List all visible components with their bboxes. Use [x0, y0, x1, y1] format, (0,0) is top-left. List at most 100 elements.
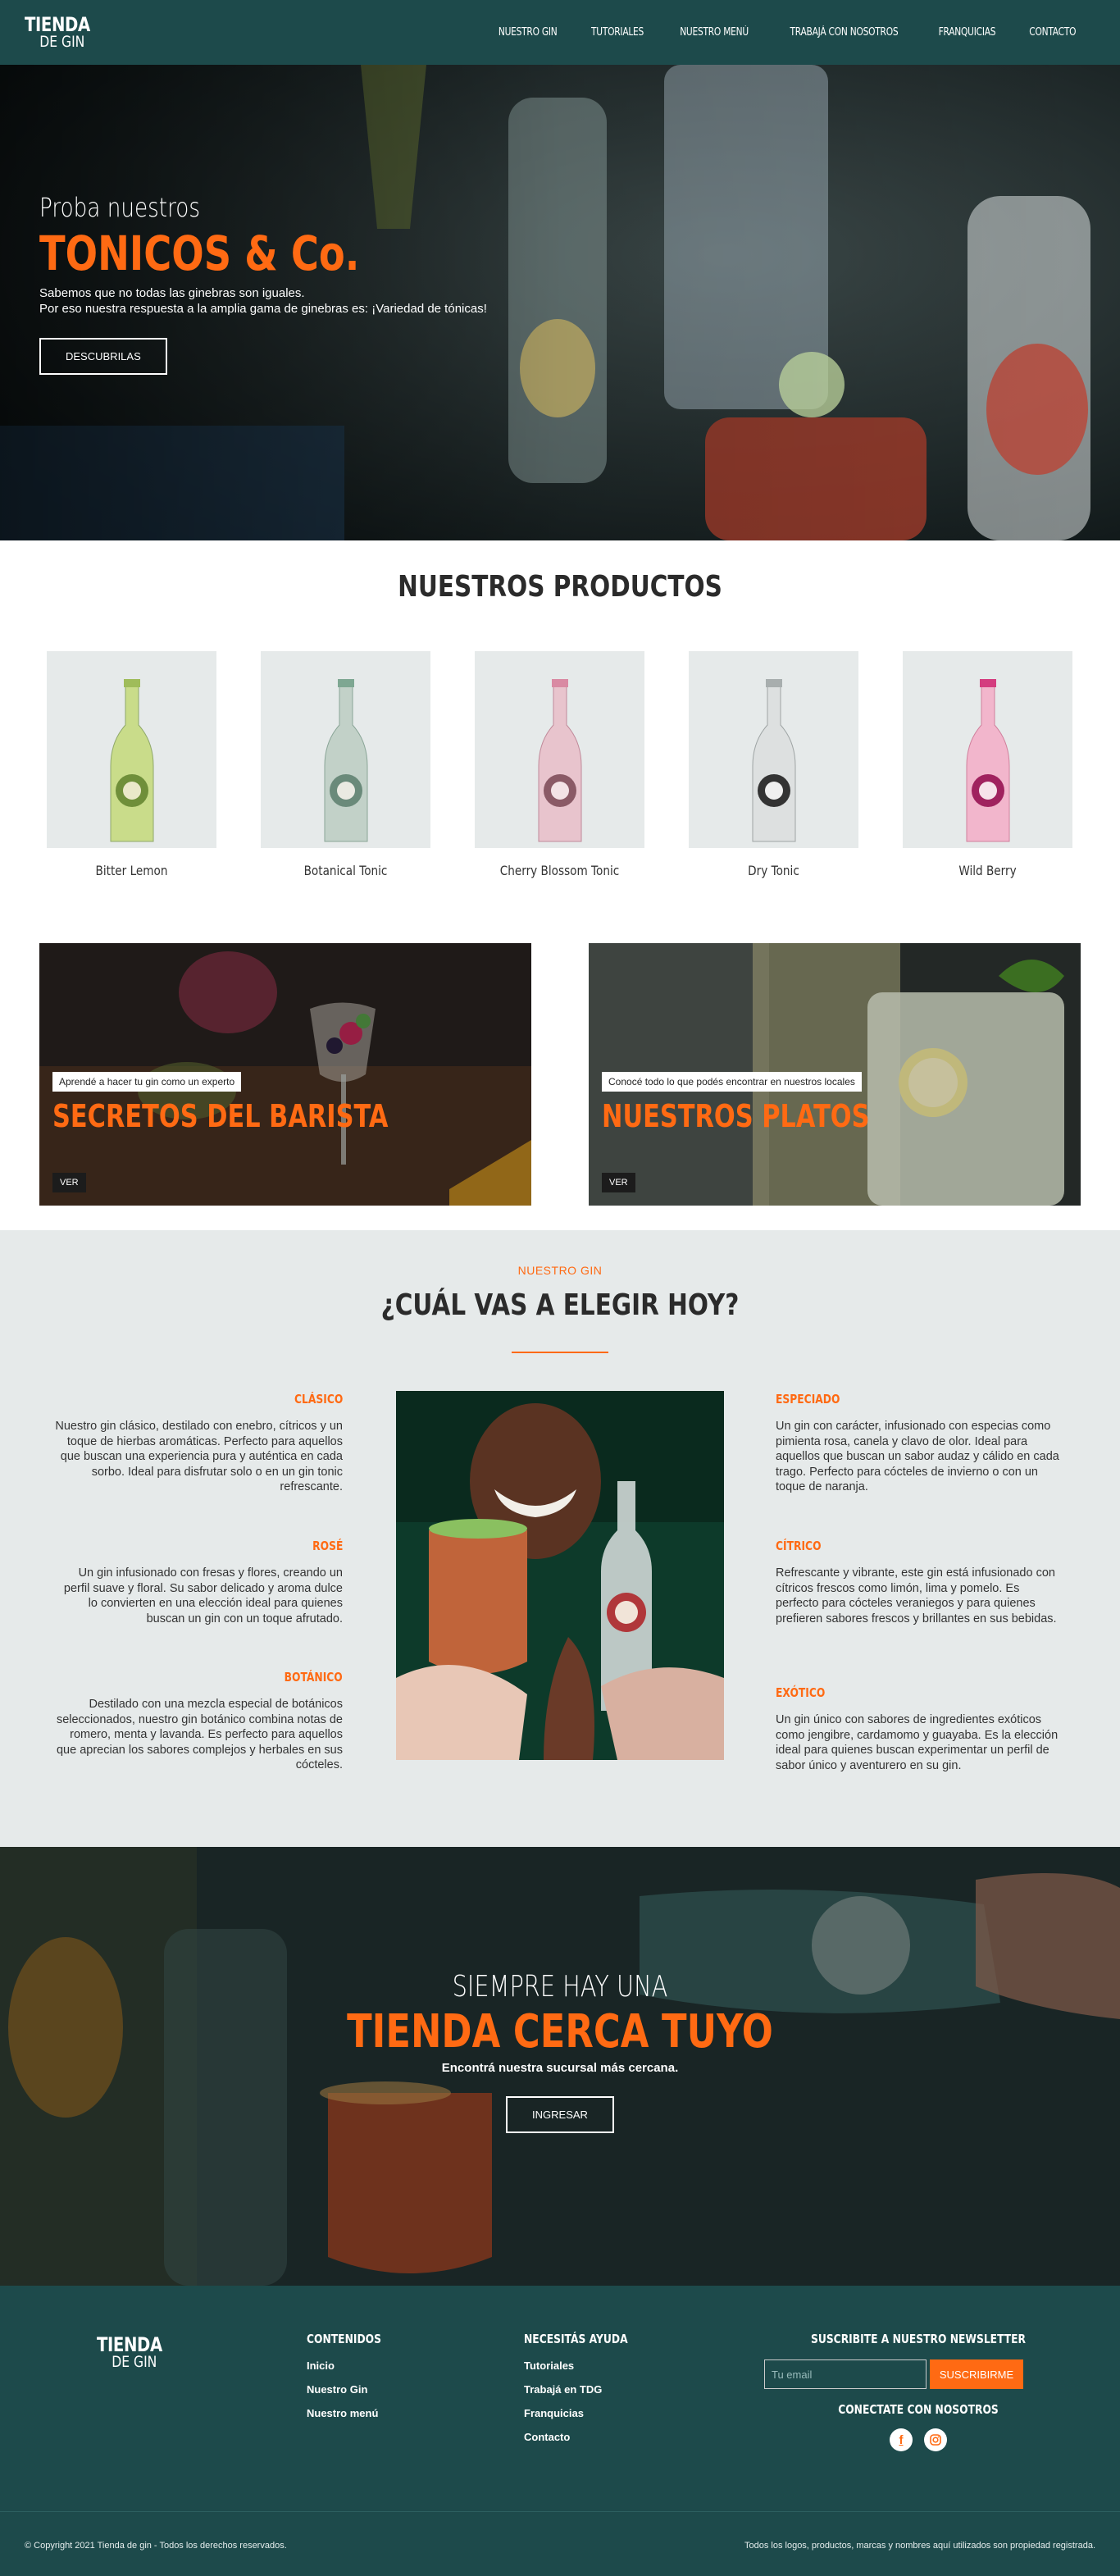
newsletter-block: SUSCRIBITE A NUESTRO NEWSLETTER SUSCRIBI…	[754, 2332, 1082, 2451]
hero-description-1: Sabemos que no todas las ginebras son ig…	[39, 285, 305, 300]
footer-logo[interactable]: TIENDA DE GIN	[97, 2335, 176, 2370]
gin-type-title: CÍTRICO	[776, 1539, 822, 1553]
nav-trabaja-con-nosotros[interactable]: TRABAJÁ CON NOSOTROS	[790, 26, 898, 39]
product-list: Bitter Lemon Botanical Tonic Cherry Blos…	[47, 651, 1072, 878]
nav-tutoriales[interactable]: TUTORIALES	[591, 26, 644, 39]
enter-button[interactable]: INGRESAR	[506, 2095, 614, 2133]
gin-cheers-photo	[396, 1391, 724, 1760]
logo-line-1: TIENDA	[97, 2333, 162, 2356]
gin-type-title: CLÁSICO	[294, 1392, 343, 1407]
main-menu: NUESTRO GIN TUTORIALES NUESTRO MENÚ TRAB…	[492, 26, 1081, 39]
gin-type-title: ESPECIADO	[776, 1392, 840, 1407]
hero-banner: Proba nuestros TONICOS & Co. Sabemos que…	[0, 65, 1120, 540]
nav-nuestro-gin[interactable]: NUESTRO GIN	[499, 26, 558, 39]
nav-contacto[interactable]: CONTACTO	[1029, 26, 1076, 39]
footer-column-title: CONTENIDOS	[307, 2332, 381, 2346]
gin-type-title: ROSÉ	[312, 1539, 343, 1553]
gin-type-exotico: EXÓTICO Un gin único con sabores de ingr…	[776, 1685, 1064, 1773]
footer-link-franquicias[interactable]: Franquicias	[524, 2407, 650, 2419]
footer-help-column: NECESITÁS AYUDA Tutoriales Trabajá en TD…	[524, 2332, 650, 2455]
product-card-cherry-blossom-tonic[interactable]: Cherry Blossom Tonic	[475, 651, 644, 878]
footer-link-contacto[interactable]: Contacto	[524, 2431, 650, 2443]
gin-type-title: BOTÁNICO	[284, 1670, 343, 1685]
products-section: NUESTROS PRODUCTOS Bitter Lemon Botanica…	[0, 540, 1120, 910]
logo-line-1: TIENDA	[25, 13, 90, 36]
store-locator-banner: SIEMPRE HAY UNA TIENDA CERCA TUYO Encont…	[0, 1847, 1120, 2286]
hero-text-block: Proba nuestros TONICOS & Co. Sabemos que…	[39, 192, 487, 375]
gin-type-botanico: BOTÁNICO Destilado con una mezcla especi…	[54, 1670, 343, 1773]
site-logo[interactable]: TIENDA DE GIN	[25, 15, 104, 50]
discover-button[interactable]: DESCUBRILAS	[39, 337, 167, 375]
product-card-wild-berry[interactable]: Wild Berry	[903, 651, 1072, 878]
product-name: Botanical Tonic	[303, 863, 388, 878]
gin-type-clasico: CLÁSICO Nuestro gin clásico, destilado c…	[54, 1392, 343, 1495]
hero-description-2: Por eso nuestra respuesta a la amplia ga…	[39, 301, 487, 316]
promo-tag: Conocé todo lo que podés encontrar en nu…	[602, 1072, 862, 1092]
newsletter-form: SUSCRIBIRME	[764, 2359, 1082, 2389]
gin-type-text: Un gin con carácter, infusionado con esp…	[776, 1420, 1059, 1493]
gin-title: ¿CUÁL VAS A ELEGIR HOY?	[380, 1288, 740, 1322]
store-title: TIENDA CERCA TUYO	[347, 2005, 773, 2059]
title-divider	[512, 1352, 608, 1353]
promo-ver-button[interactable]: VER	[52, 1173, 86, 1192]
legal-text: Todos los logos, productos, marcas y nom…	[744, 2541, 1095, 2551]
nav-nuestro-menu[interactable]: NUESTRO MENÚ	[680, 26, 749, 39]
gin-type-text: Refrescante y vibrante, este gin está in…	[776, 1566, 1057, 1625]
subscribe-button[interactable]: SUSCRIBIRME	[930, 2359, 1023, 2389]
promo-card-barista[interactable]: Aprendé a hacer tu gin como un experto S…	[39, 943, 531, 1206]
footer: TIENDA DE GIN CONTENIDOS Inicio Nuestro …	[0, 2286, 1120, 2576]
footer-column-title: NECESITÁS AYUDA	[524, 2332, 628, 2346]
product-card-bitter-lemon[interactable]: Bitter Lemon	[47, 651, 216, 878]
gin-type-text: Nuestro gin clásico, destilado con enebr…	[55, 1420, 343, 1493]
store-text-block: SIEMPRE HAY UNA TIENDA CERCA TUYO Encont…	[0, 1970, 1120, 2133]
product-image	[261, 651, 430, 848]
gin-type-especiado: ESPECIADO Un gin con carácter, infusiona…	[776, 1392, 1064, 1495]
promo-title: SECRETOS DEL BARISTA	[52, 1098, 389, 1134]
email-input[interactable]	[764, 2359, 927, 2389]
gin-type-text: Destilado con una mezcla especial de bot…	[56, 1698, 343, 1771]
footer-link-inicio[interactable]: Inicio	[307, 2359, 398, 2372]
footer-link-nuestro-menu[interactable]: Nuestro menú	[307, 2407, 398, 2419]
gin-type-citrico: CÍTRICO Refrescante y vibrante, este gin…	[776, 1539, 1064, 1626]
product-image	[475, 651, 644, 848]
facebook-icon[interactable]: f	[890, 2428, 913, 2451]
product-name: Bitter Lemon	[95, 863, 168, 878]
products-title: NUESTROS PRODUCTOS	[398, 570, 722, 604]
product-image	[47, 651, 216, 848]
product-card-dry-tonic[interactable]: Dry Tonic	[689, 651, 858, 878]
product-image	[689, 651, 858, 848]
hero-pretitle: Proba nuestros	[39, 192, 201, 223]
product-name: Wild Berry	[958, 863, 1017, 878]
copyright-text: © Copyright 2021 Tienda de gin - Todos l…	[25, 2541, 287, 2551]
store-pretitle: SIEMPRE HAY UNA	[452, 1970, 668, 2004]
footer-divider	[0, 2511, 1120, 2512]
product-name: Dry Tonic	[748, 863, 799, 878]
nav-franquicias[interactable]: FRANQUICIAS	[938, 26, 995, 39]
social-icons: f	[754, 2428, 1082, 2451]
footer-link-tutoriales[interactable]: Tutoriales	[524, 2359, 650, 2372]
promo-ver-button[interactable]: VER	[602, 1173, 635, 1192]
gin-type-text: Un gin infusionado con fresas y flores, …	[63, 1566, 343, 1625]
top-navbar: TIENDA DE GIN NUESTRO GIN TUTORIALES NUE…	[0, 0, 1120, 65]
product-card-botanical-tonic[interactable]: Botanical Tonic	[261, 651, 430, 878]
gin-type-title: EXÓTICO	[776, 1685, 826, 1700]
gin-kicker: NUESTRO GIN	[517, 1264, 603, 1277]
gin-type-text: Un gin único con sabores de ingredientes…	[776, 1713, 1059, 1772]
product-name: Cherry Blossom Tonic	[499, 863, 620, 878]
footer-link-trabaja-en-tdg[interactable]: Trabajá en TDG	[524, 2383, 650, 2396]
logo-line-2: DE GIN	[112, 2353, 157, 2371]
hero-title: TONICOS & Co.	[39, 226, 360, 281]
gin-selection-section: NUESTRO GIN ¿CUÁL VAS A ELEGIR HOY? CLÁS…	[0, 1230, 1120, 1847]
promo-title: NUESTROS PLATOS	[602, 1098, 870, 1134]
logo-line-2: DE GIN	[39, 33, 85, 51]
footer-link-nuestro-gin[interactable]: Nuestro Gin	[307, 2383, 398, 2396]
promo-tag: Aprendé a hacer tu gin como un experto	[52, 1072, 242, 1092]
promo-card-platos[interactable]: Conocé todo lo que podés encontrar en nu…	[589, 943, 1081, 1206]
product-image	[903, 651, 1072, 848]
store-description: Encontrá nuestra sucursal más cercana.	[441, 2060, 679, 2075]
instagram-icon[interactable]	[924, 2428, 947, 2451]
gin-type-rose: ROSÉ Un gin infusionado con fresas y flo…	[54, 1539, 343, 1626]
footer-contents-column: CONTENIDOS Inicio Nuestro Gin Nuestro me…	[307, 2332, 398, 2431]
promo-section: Aprendé a hacer tu gin como un experto S…	[39, 943, 1081, 1206]
social-title: CONECTATE CON NOSOTROS	[838, 2402, 999, 2417]
